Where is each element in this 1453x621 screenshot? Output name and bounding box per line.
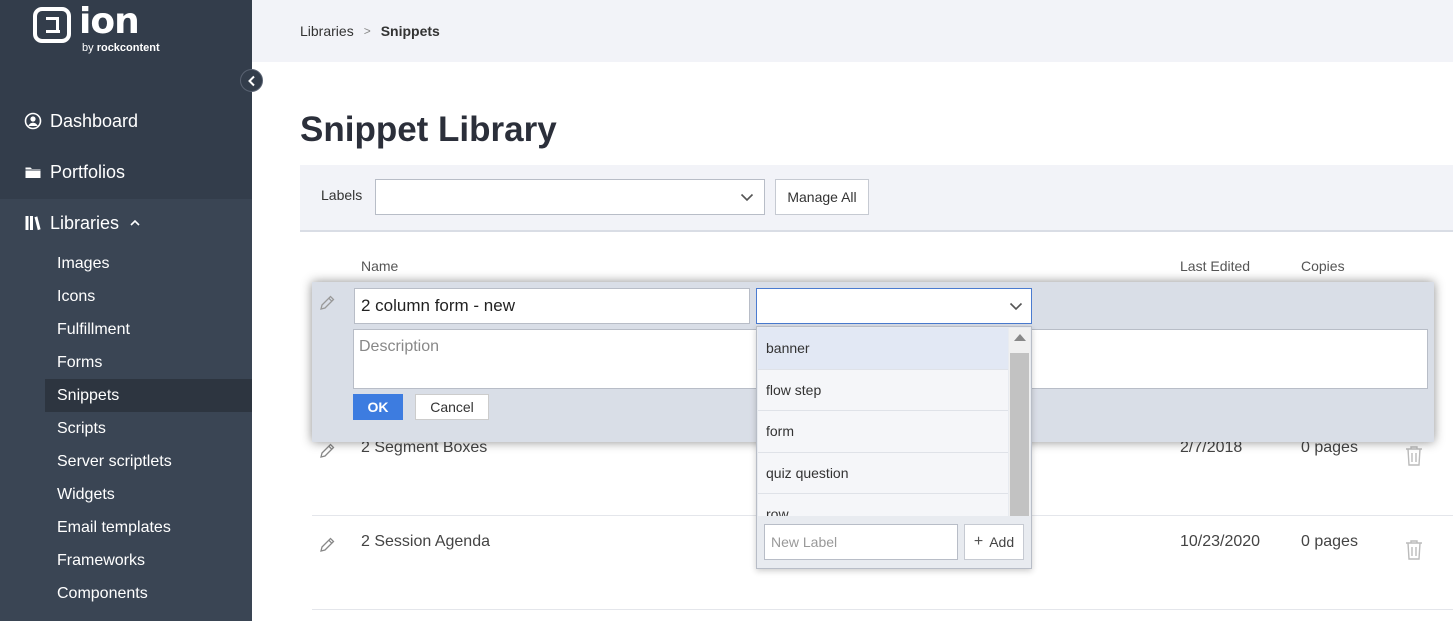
brand-name: ion xyxy=(79,1,140,42)
sidebar-item-server-scriptlets[interactable]: Server scriptlets xyxy=(45,445,252,478)
cancel-button[interactable]: Cancel xyxy=(415,394,489,420)
chevron-down-icon xyxy=(1009,302,1023,311)
breadcrumb-current: Snippets xyxy=(380,23,440,39)
add-label-button[interactable]: + Add xyxy=(964,524,1024,560)
user-circle-icon xyxy=(24,112,42,130)
scroll-up-icon[interactable] xyxy=(1014,334,1026,341)
pencil-icon xyxy=(320,295,335,310)
pencil-icon[interactable] xyxy=(318,442,336,460)
sidebar-item-widgets[interactable]: Widgets xyxy=(45,478,252,511)
sidebar-item-images[interactable]: Images xyxy=(45,247,252,280)
nav-item-label: Libraries xyxy=(50,212,120,233)
sidebar-collapse-button[interactable] xyxy=(240,69,263,92)
sidebar-item-scripts[interactable]: Scripts xyxy=(45,412,252,445)
label-select[interactable] xyxy=(756,288,1032,324)
labels-filter-select[interactable] xyxy=(375,179,765,215)
snippet-name[interactable]: 2 Session Agenda xyxy=(361,533,490,551)
chevron-up-icon xyxy=(130,219,140,226)
brand-byline: by rockcontent xyxy=(82,42,160,54)
breadcrumb-separator: > xyxy=(363,24,371,38)
sidebar-item-email-templates[interactable]: Email templates xyxy=(45,511,252,544)
labels-filter-label: Labels xyxy=(321,187,363,203)
chevron-left-icon xyxy=(247,75,255,86)
sidebar-item-components[interactable]: Components xyxy=(45,577,252,610)
snippet-last-edited: 10/23/2020 xyxy=(1180,533,1261,550)
ion-logo-icon xyxy=(33,7,71,43)
label-option-banner[interactable]: banner xyxy=(758,328,1008,370)
sidebar: ion by rockcontent Dashboard Portfolios … xyxy=(0,0,252,621)
sidebar-item-forms[interactable]: Forms xyxy=(45,346,252,379)
dropdown-scrollbar[interactable] xyxy=(1009,328,1030,516)
new-label-input[interactable] xyxy=(764,524,958,560)
snippet-copies: 0 pages xyxy=(1301,533,1358,550)
pencil-icon[interactable] xyxy=(318,536,336,554)
nav-item-dashboard[interactable]: Dashboard xyxy=(0,97,252,145)
filter-bar: Labels Manage All xyxy=(300,165,1453,232)
page-title: Snippet Library xyxy=(300,110,557,149)
nav-item-portfolios[interactable]: Portfolios xyxy=(0,148,252,196)
breadcrumb: Libraries > Snippets xyxy=(252,0,1453,62)
chevron-down-icon xyxy=(740,193,754,202)
label-option-flow-step[interactable]: flow step xyxy=(758,370,1008,411)
nav-item-libraries[interactable]: Libraries xyxy=(0,199,252,247)
nav-item-label: Dashboard xyxy=(50,110,139,131)
breadcrumb-libraries[interactable]: Libraries xyxy=(300,23,354,39)
add-label-text: Add xyxy=(989,534,1015,550)
label-options-list[interactable]: banner flow step form quiz question row xyxy=(758,328,1008,516)
snippet-name-input[interactable] xyxy=(354,288,750,324)
sidebar-item-icons[interactable]: Icons xyxy=(45,280,252,313)
nav-item-label: Portfolios xyxy=(50,161,126,182)
manage-all-button[interactable]: Manage All xyxy=(775,179,869,215)
column-header-name[interactable]: Name xyxy=(361,258,398,274)
label-option-form[interactable]: form xyxy=(758,411,1008,453)
label-option-quiz-question[interactable]: quiz question xyxy=(758,453,1008,494)
plus-icon: + xyxy=(973,533,984,550)
label-dropdown: banner flow step form quiz question row … xyxy=(756,326,1032,569)
sidebar-item-snippets[interactable]: Snippets xyxy=(45,379,252,412)
scrollbar-thumb[interactable] xyxy=(1010,353,1029,516)
trash-icon[interactable] xyxy=(1402,444,1426,468)
books-icon xyxy=(24,214,42,232)
sidebar-item-frameworks[interactable]: Frameworks xyxy=(45,544,252,577)
column-header-copies[interactable]: Copies xyxy=(1301,258,1345,274)
ok-button[interactable]: OK xyxy=(353,394,403,420)
label-option-row[interactable]: row xyxy=(758,494,1008,516)
column-header-last-edited[interactable]: Last Edited xyxy=(1180,258,1250,274)
folder-icon xyxy=(24,163,42,181)
trash-icon[interactable] xyxy=(1402,538,1426,562)
sidebar-item-fulfillment[interactable]: Fulfillment xyxy=(45,313,252,346)
